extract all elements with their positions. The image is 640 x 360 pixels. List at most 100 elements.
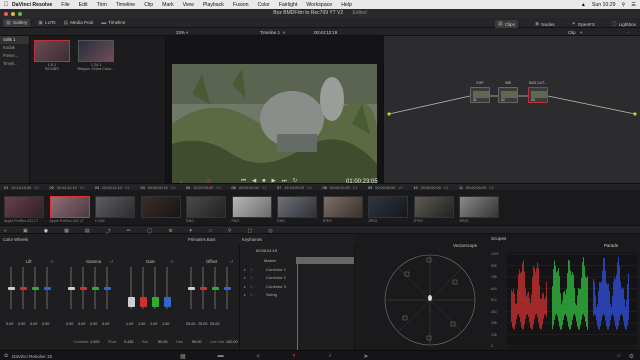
clip-thumbnail[interactable] bbox=[140, 196, 181, 218]
clip-thumbnail[interactable] bbox=[231, 196, 272, 218]
lift-slider-handle[interactable] bbox=[19, 287, 27, 290]
album-power[interactable]: Power... bbox=[0, 52, 29, 60]
clip-thumbnail[interactable] bbox=[322, 196, 363, 218]
adjustment-value[interactable]: 1.000 bbox=[90, 340, 100, 344]
node-wb[interactable]: 02 bbox=[498, 87, 518, 103]
menu-timeline[interactable]: Timeline bbox=[116, 2, 135, 8]
timeline-name[interactable]: Timeline 1 bbox=[260, 30, 280, 35]
media-page-icon[interactable]: ▦ bbox=[180, 353, 186, 360]
menu-fusion[interactable]: Fusion bbox=[233, 2, 249, 8]
menu-view[interactable]: View bbox=[183, 2, 194, 8]
lift-slider-handle[interactable] bbox=[31, 287, 39, 290]
adjustment-value[interactable]: 50.00 bbox=[158, 340, 168, 344]
gamma-value[interactable]: 0.00 bbox=[102, 322, 109, 326]
openfx-button[interactable]: ✦ OpenFX bbox=[572, 20, 595, 28]
primaries-bars-tab[interactable]: Primaries Bars bbox=[188, 237, 215, 242]
gain-value[interactable]: 1.00 bbox=[138, 322, 145, 326]
media-pool-button[interactable]: ▤ Media Pool bbox=[64, 20, 94, 26]
gallery-button[interactable]: ▦ Gallery bbox=[3, 18, 31, 27]
zoom-dropdown-icon[interactable]: ▾ bbox=[186, 30, 188, 36]
node-mode-dropdown-icon[interactable]: ▾ bbox=[580, 30, 582, 36]
home-icon[interactable]: ⌂ bbox=[617, 353, 621, 360]
offset-value[interactable]: 25.00 bbox=[210, 322, 220, 326]
edit-page-icon[interactable]: ▬ bbox=[218, 353, 224, 360]
search-icon[interactable]: ⚲ bbox=[622, 2, 626, 8]
offset-value[interactable]: 25.00 bbox=[198, 322, 208, 326]
color-page-icon[interactable]: ◐ bbox=[293, 353, 297, 360]
settings-icon[interactable]: ⚙ bbox=[629, 353, 634, 360]
clip-thumbnail[interactable] bbox=[368, 196, 408, 218]
deliver-page-icon[interactable]: ➤ bbox=[363, 353, 368, 360]
keyframe-toggle-icon[interactable]: □ bbox=[250, 292, 252, 297]
menu-file[interactable]: File bbox=[61, 2, 69, 8]
gain-reset-icon[interactable]: ↺ bbox=[170, 259, 174, 264]
fusion-page-icon[interactable]: ✧ bbox=[256, 353, 261, 360]
menu-playback[interactable]: Playback bbox=[203, 2, 224, 8]
more-options-icon[interactable]: ⋯ bbox=[625, 30, 629, 36]
offset-value[interactable]: 25.00 bbox=[186, 322, 196, 326]
zoom-window-button[interactable] bbox=[18, 11, 22, 16]
menu-mark[interactable]: Mark bbox=[162, 2, 174, 8]
offset-slider-handle[interactable] bbox=[223, 287, 231, 290]
gamma-value[interactable]: 0.00 bbox=[66, 322, 73, 326]
fairlight-page-icon[interactable]: ♪ bbox=[328, 353, 331, 360]
apple-icon[interactable]:  bbox=[0, 2, 12, 8]
lift-value[interactable]: 0.00 bbox=[6, 322, 13, 326]
gain-slider-handle[interactable] bbox=[127, 297, 135, 307]
keyframe-expand-icon[interactable]: ▸ bbox=[244, 275, 246, 280]
menu-app[interactable]: DaVinci Resolve bbox=[12, 2, 52, 8]
menu-help[interactable]: Help bbox=[341, 2, 352, 8]
album-stills-1[interactable]: Stills 1 bbox=[0, 36, 29, 44]
still-thumbnail[interactable] bbox=[34, 40, 70, 62]
gamma-value[interactable]: 0.00 bbox=[90, 322, 97, 326]
still-thumbnail[interactable] bbox=[78, 40, 114, 62]
lift-value[interactable]: 0.00 bbox=[30, 322, 37, 326]
menu-trim[interactable]: Trim bbox=[97, 2, 107, 8]
offset-slider-handle[interactable] bbox=[199, 287, 207, 290]
adjustment-value[interactable]: 50.00 bbox=[192, 340, 202, 344]
clip-thumbnail[interactable] bbox=[95, 196, 135, 218]
parade-dropdown[interactable]: Parade bbox=[604, 243, 618, 248]
clip-thumbnail[interactable] bbox=[49, 196, 90, 218]
gain-value[interactable]: 1.00 bbox=[126, 322, 133, 326]
vectorscope-dropdown[interactable]: Vectorscope bbox=[453, 243, 477, 248]
album-kodak[interactable]: Kodak bbox=[0, 44, 29, 52]
gamma-reset-icon[interactable]: ↺ bbox=[110, 259, 114, 264]
keyframe-expand-icon[interactable]: ▸ bbox=[244, 292, 246, 297]
node-mode-label[interactable]: Clip bbox=[568, 30, 576, 35]
node-boz-lut[interactable]: 03 bbox=[528, 87, 548, 103]
gamma-slider-handle[interactable] bbox=[79, 287, 87, 290]
nodes-button[interactable]: ◉ Nodes bbox=[535, 20, 555, 28]
clips-button[interactable]: ▦ Clips bbox=[494, 20, 518, 28]
clip-thumbnail[interactable] bbox=[186, 196, 226, 218]
viewer-timecode[interactable]: 00:44:12:19 bbox=[314, 30, 337, 35]
adjustment-value[interactable]: 100.00 bbox=[226, 340, 238, 344]
menu-clip[interactable]: Clip bbox=[144, 2, 153, 8]
lift-value[interactable]: 0.00 bbox=[42, 322, 49, 326]
keyframe-expand-icon[interactable]: ▸ bbox=[244, 267, 246, 272]
timeline-button[interactable]: ▬ Timeline bbox=[101, 20, 125, 26]
luts-button[interactable]: ▣ LUTs bbox=[38, 20, 55, 26]
menu-fairlight[interactable]: Fairlight bbox=[279, 2, 297, 8]
viewer-image[interactable] bbox=[172, 64, 377, 184]
lift-slider-handle[interactable] bbox=[43, 287, 51, 290]
offset-slider-handle[interactable] bbox=[211, 287, 219, 290]
offset-slider-handle[interactable] bbox=[187, 287, 195, 290]
keyframe-timecode[interactable]: 00:00:01:19 bbox=[256, 248, 277, 253]
gain-slider-handle[interactable] bbox=[151, 297, 159, 307]
gain-slider-handle[interactable] bbox=[139, 297, 147, 307]
gamma-value[interactable]: 0.00 bbox=[78, 322, 85, 326]
adjustment-value[interactable]: 0.435 bbox=[124, 340, 134, 344]
gain-value[interactable]: 1.00 bbox=[162, 322, 169, 326]
gamma-slider-handle[interactable] bbox=[103, 287, 111, 290]
keyframe-toggle-icon[interactable]: □ bbox=[250, 275, 252, 280]
gamma-slider-handle[interactable] bbox=[91, 287, 99, 290]
album-timeline[interactable]: Timeli... bbox=[0, 60, 29, 68]
clip-thumbnail[interactable] bbox=[413, 196, 454, 218]
wifi-icon[interactable]: ▲ bbox=[581, 2, 586, 8]
keyframe-toggle-icon[interactable]: □ bbox=[250, 267, 252, 272]
menu-edit[interactable]: Edit bbox=[79, 2, 88, 8]
clip-thumbnail[interactable] bbox=[277, 196, 317, 218]
minimize-window-button[interactable] bbox=[11, 11, 15, 16]
keyframe-playhead[interactable] bbox=[297, 257, 298, 350]
